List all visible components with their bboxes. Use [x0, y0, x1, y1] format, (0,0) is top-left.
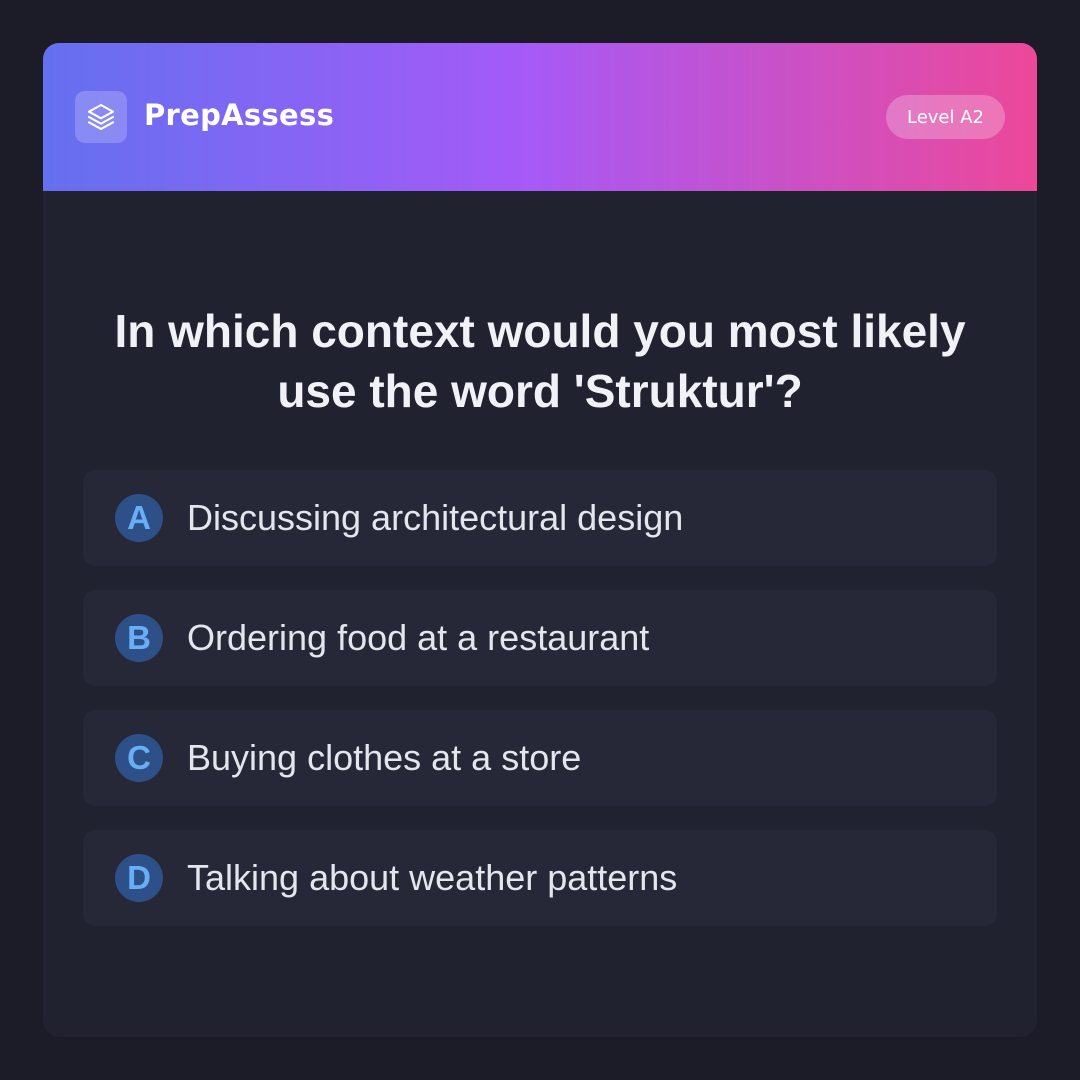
- question-text: In which context would you most likely u…: [114, 305, 966, 417]
- option-d[interactable]: D Talking about weather patterns: [83, 830, 997, 926]
- option-text: Buying clothes at a store: [187, 737, 582, 778]
- option-b[interactable]: B Ordering food at a restaurant: [83, 590, 997, 686]
- quiz-card: PrepAssess Level A2 In which context wou…: [43, 43, 1037, 1037]
- layers-icon: [87, 103, 115, 131]
- option-letter: D: [115, 854, 163, 902]
- option-text: Discussing architectural design: [187, 497, 684, 538]
- option-text: Ordering food at a restaurant: [187, 617, 650, 658]
- brand-name: PrepAssess: [144, 98, 335, 132]
- option-letter: C: [115, 734, 163, 782]
- level-badge: Level A2: [885, 95, 1005, 139]
- option-text: Talking about weather patterns: [187, 857, 678, 898]
- option-letter: A: [115, 494, 163, 542]
- logo: [75, 91, 127, 143]
- option-a[interactable]: A Discussing architectural design: [83, 470, 997, 566]
- option-c[interactable]: C Buying clothes at a store: [83, 710, 997, 806]
- header-bar: PrepAssess Level A2: [43, 43, 1037, 191]
- option-letter: B: [115, 614, 163, 662]
